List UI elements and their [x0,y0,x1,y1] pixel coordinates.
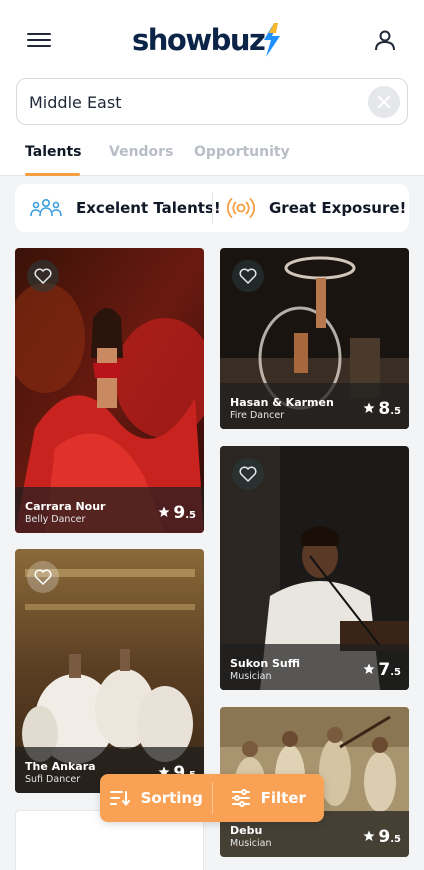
talent-name: Sukon Suffi [230,657,301,670]
star-icon [363,830,375,841]
rating-value: 9 [173,503,186,523]
talent-name: Hasan & Karmen [230,396,334,409]
talent-role: Musician [230,838,272,849]
talent-card[interactable]: The Ankara Sufi Dancer 9.5 [15,549,204,793]
sorting-button[interactable]: Sorting [100,774,212,822]
tab-talents[interactable]: Talents [25,144,81,160]
filter-button[interactable]: Filter [213,774,325,822]
user-profile-icon[interactable] [373,28,397,52]
talent-role: Sufi Dancer [25,774,81,785]
star-icon [158,506,170,517]
star-icon [363,402,375,413]
heart-icon [239,268,257,284]
rating-value: 8 [378,399,391,419]
showbuz-logo[interactable]: showbuz [132,20,298,60]
logo-text: showbuz [132,23,266,57]
clear-search-button[interactable] [368,86,400,118]
rating-value: 7 [378,660,391,680]
filter-label: Filter [260,789,306,807]
star-icon [363,663,375,674]
talent-role: Belly Dancer [25,514,86,525]
close-icon [377,95,391,109]
rating-value: 9 [378,827,391,847]
rating-decimal: .5 [390,834,401,845]
banner-divider [212,192,213,224]
favorite-button[interactable] [27,260,59,292]
talent-rating: 7.5 [363,660,401,680]
app-header: showbuz [0,0,424,78]
active-tab-indicator [25,173,80,176]
banner-exposure-label: Great Exposure! [269,199,407,217]
hamburger-menu-icon[interactable] [27,33,51,49]
talent-name: Carrara Nour [25,500,106,513]
favorite-button[interactable] [27,561,59,593]
talent-role: Musician [230,671,272,682]
search-section [0,78,424,130]
talent-rating: 9.5 [363,827,401,847]
favorite-button[interactable] [232,458,264,490]
rating-decimal: .5 [390,667,401,678]
heart-icon [34,268,52,284]
tab-opportunity[interactable]: Opportunity [194,144,290,160]
filter-sliders-icon [231,789,250,807]
talent-card[interactable]: Carrara Nour Belly Dancer 9.5 [15,248,204,533]
talent-rating: 9.5 [158,503,196,523]
banner-exposure: Great Exposure! [227,184,406,232]
heart-icon [239,466,257,482]
broadcast-icon [227,198,255,218]
rating-decimal: .5 [390,406,401,417]
talent-name: Debu [230,824,263,837]
talent-name: The Ankara [25,760,96,773]
tab-vendors[interactable]: Vendors [109,144,173,160]
people-group-icon [30,198,62,217]
talent-card[interactable]: Sukon Suffi Musician 7.5 [220,446,409,690]
rating-decimal: .5 [185,510,196,521]
talent-card[interactable]: Hasan & Karmen Fire Dancer 8.5 [220,248,409,429]
sorting-label: Sorting [140,789,203,807]
search-input[interactable] [29,90,359,114]
lightning-bolt-icon [264,23,281,57]
banner-talents-label: Excelent Talents! [76,199,221,217]
banner-talents: Excelent Talents! [30,184,221,232]
sort-icon [109,791,130,807]
favorite-button[interactable] [232,260,264,292]
features-banner: Excelent Talents! Great Exposure! [15,184,409,232]
heart-icon [34,569,52,585]
talent-rating: 8.5 [363,399,401,419]
category-tabs: Talents Vendors Opportunity [0,130,424,176]
talent-role: Fire Dancer [230,410,285,421]
search-box [16,78,408,125]
sort-filter-bar: Sorting Filter [100,774,324,822]
